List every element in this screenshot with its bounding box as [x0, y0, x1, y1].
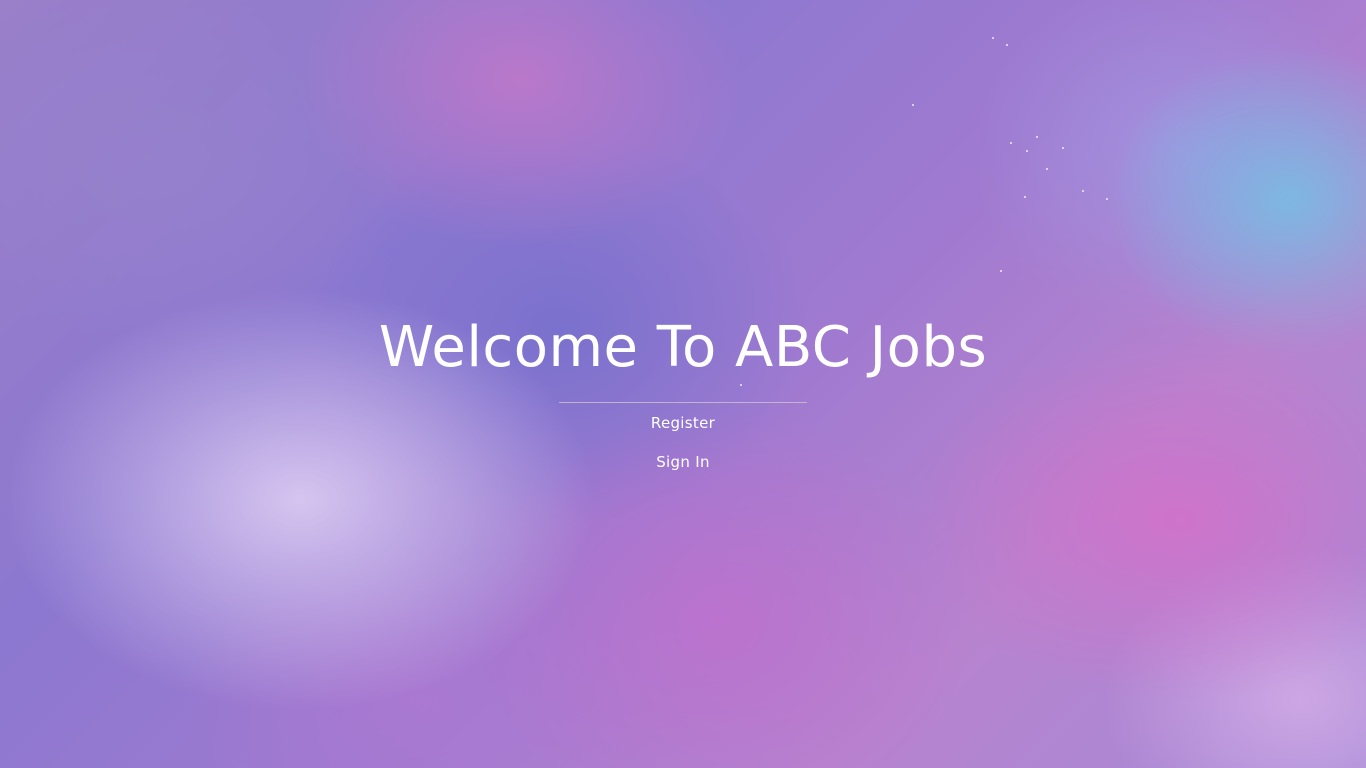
sign-in-link[interactable]: Sign In: [656, 452, 710, 472]
register-link[interactable]: Register: [651, 413, 715, 433]
page-title: Welcome To ABC Jobs: [378, 315, 988, 380]
title-divider: [559, 402, 807, 403]
hero-section: Welcome To ABC Jobs Register Sign In: [0, 312, 1366, 491]
auth-links: Register Sign In: [0, 413, 1366, 491]
